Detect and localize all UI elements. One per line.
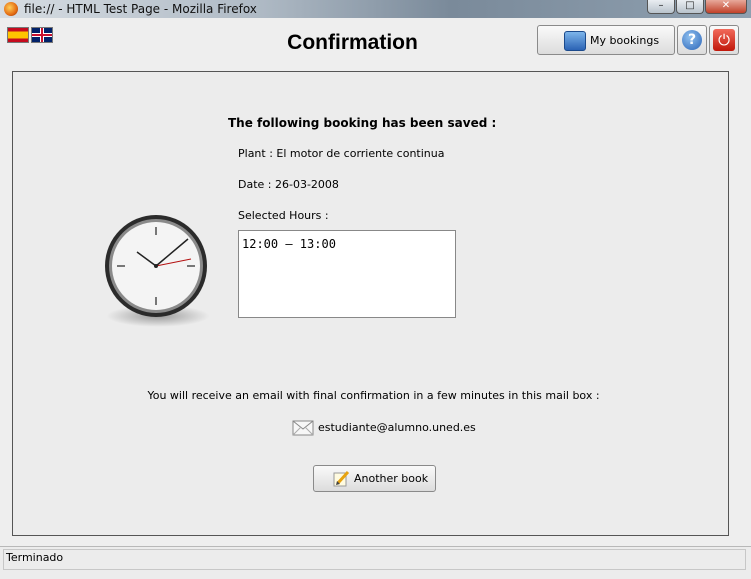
booking-heading: The following booking has been saved : (228, 116, 497, 130)
help-button[interactable]: ? (677, 25, 707, 55)
status-bar: Terminado (0, 546, 751, 579)
bookings-icon (564, 31, 586, 51)
window-title-bar: file:// - HTML Test Page - Mozilla Firef… (0, 0, 751, 18)
clock-icon (105, 215, 207, 317)
maximize-button[interactable]: □ (676, 0, 704, 14)
email-note: You will receive an email with final con… (147, 389, 600, 402)
my-bookings-label: My bookings (590, 34, 660, 47)
firefox-icon (4, 2, 18, 16)
another-book-button[interactable]: Another book (313, 465, 436, 492)
date-text: Date : 26-03-2008 (238, 178, 339, 191)
hours-entry: 12:00 – 13:00 (242, 237, 336, 251)
status-text: Terminado (6, 551, 64, 564)
window-title: file:// - HTML Test Page - Mozilla Firef… (24, 2, 257, 16)
close-window-button[interactable]: ✕ (705, 0, 747, 14)
minimize-button[interactable]: – (647, 0, 675, 14)
my-bookings-button[interactable]: My bookings (537, 25, 675, 55)
selected-hours-label: Selected Hours : (238, 209, 329, 222)
another-book-label: Another book (354, 472, 429, 485)
envelope-icon (292, 420, 314, 436)
pencil-note-icon (333, 470, 350, 487)
plant-text: Plant : El motor de corriente continua (238, 147, 445, 160)
email-address: estudiante@alumno.uned.es (318, 421, 476, 434)
question-icon: ? (682, 30, 702, 50)
selected-hours-list[interactable]: 12:00 – 13:00 (238, 230, 456, 318)
logout-button[interactable]: ⏻ (709, 25, 739, 55)
power-icon: ⏻ (713, 29, 735, 51)
